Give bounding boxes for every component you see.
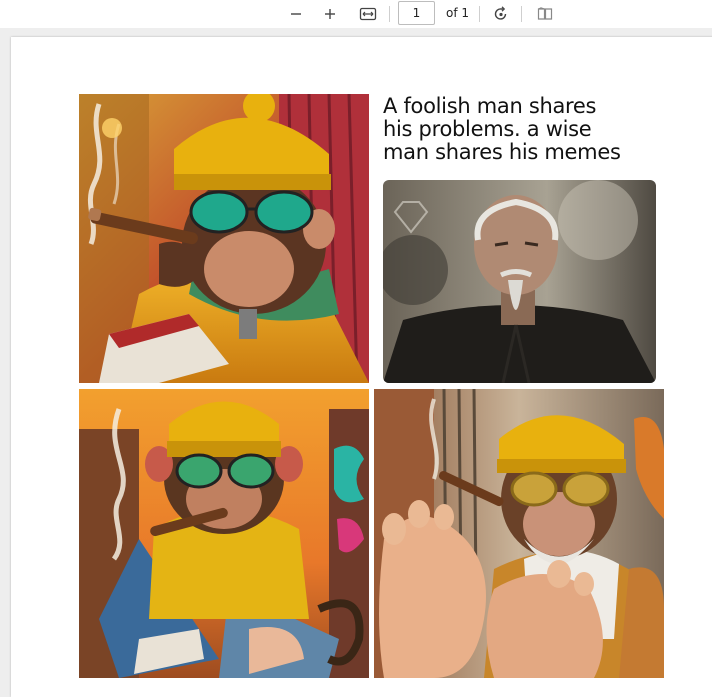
monkey-feet-image [374, 389, 664, 678]
fit-width-button[interactable] [357, 4, 379, 24]
toolbar-divider [479, 6, 480, 22]
page-view-button[interactable] [535, 4, 555, 24]
meme-caption-line: his problems. a wise [383, 117, 592, 141]
minus-icon [291, 13, 301, 15]
zoom-out-button[interactable] [286, 4, 306, 24]
page-number-input[interactable]: 1 [398, 1, 435, 25]
meme-caption-line: A foolish man shares [383, 94, 597, 118]
toolbar-divider [521, 6, 522, 22]
two-page-view-icon [537, 7, 553, 20]
monkey-sitting-image [79, 389, 369, 678]
plus-icon [325, 9, 335, 19]
fit-width-icon [359, 7, 377, 21]
monkey-cigar-alley-image [79, 94, 369, 383]
rotate-button[interactable] [490, 4, 512, 24]
pdf-toolbar: 1 of 1 [0, 0, 712, 28]
wise-man-photo [383, 180, 656, 383]
zoom-in-button[interactable] [320, 4, 340, 24]
meme-caption-line: man shares his memes [383, 140, 621, 164]
page-total-label: of 1 [446, 6, 470, 20]
toolbar-divider [389, 6, 390, 22]
rotate-icon [494, 6, 507, 20]
meme-caption: A foolish man shares his problems. a wis… [383, 95, 673, 164]
